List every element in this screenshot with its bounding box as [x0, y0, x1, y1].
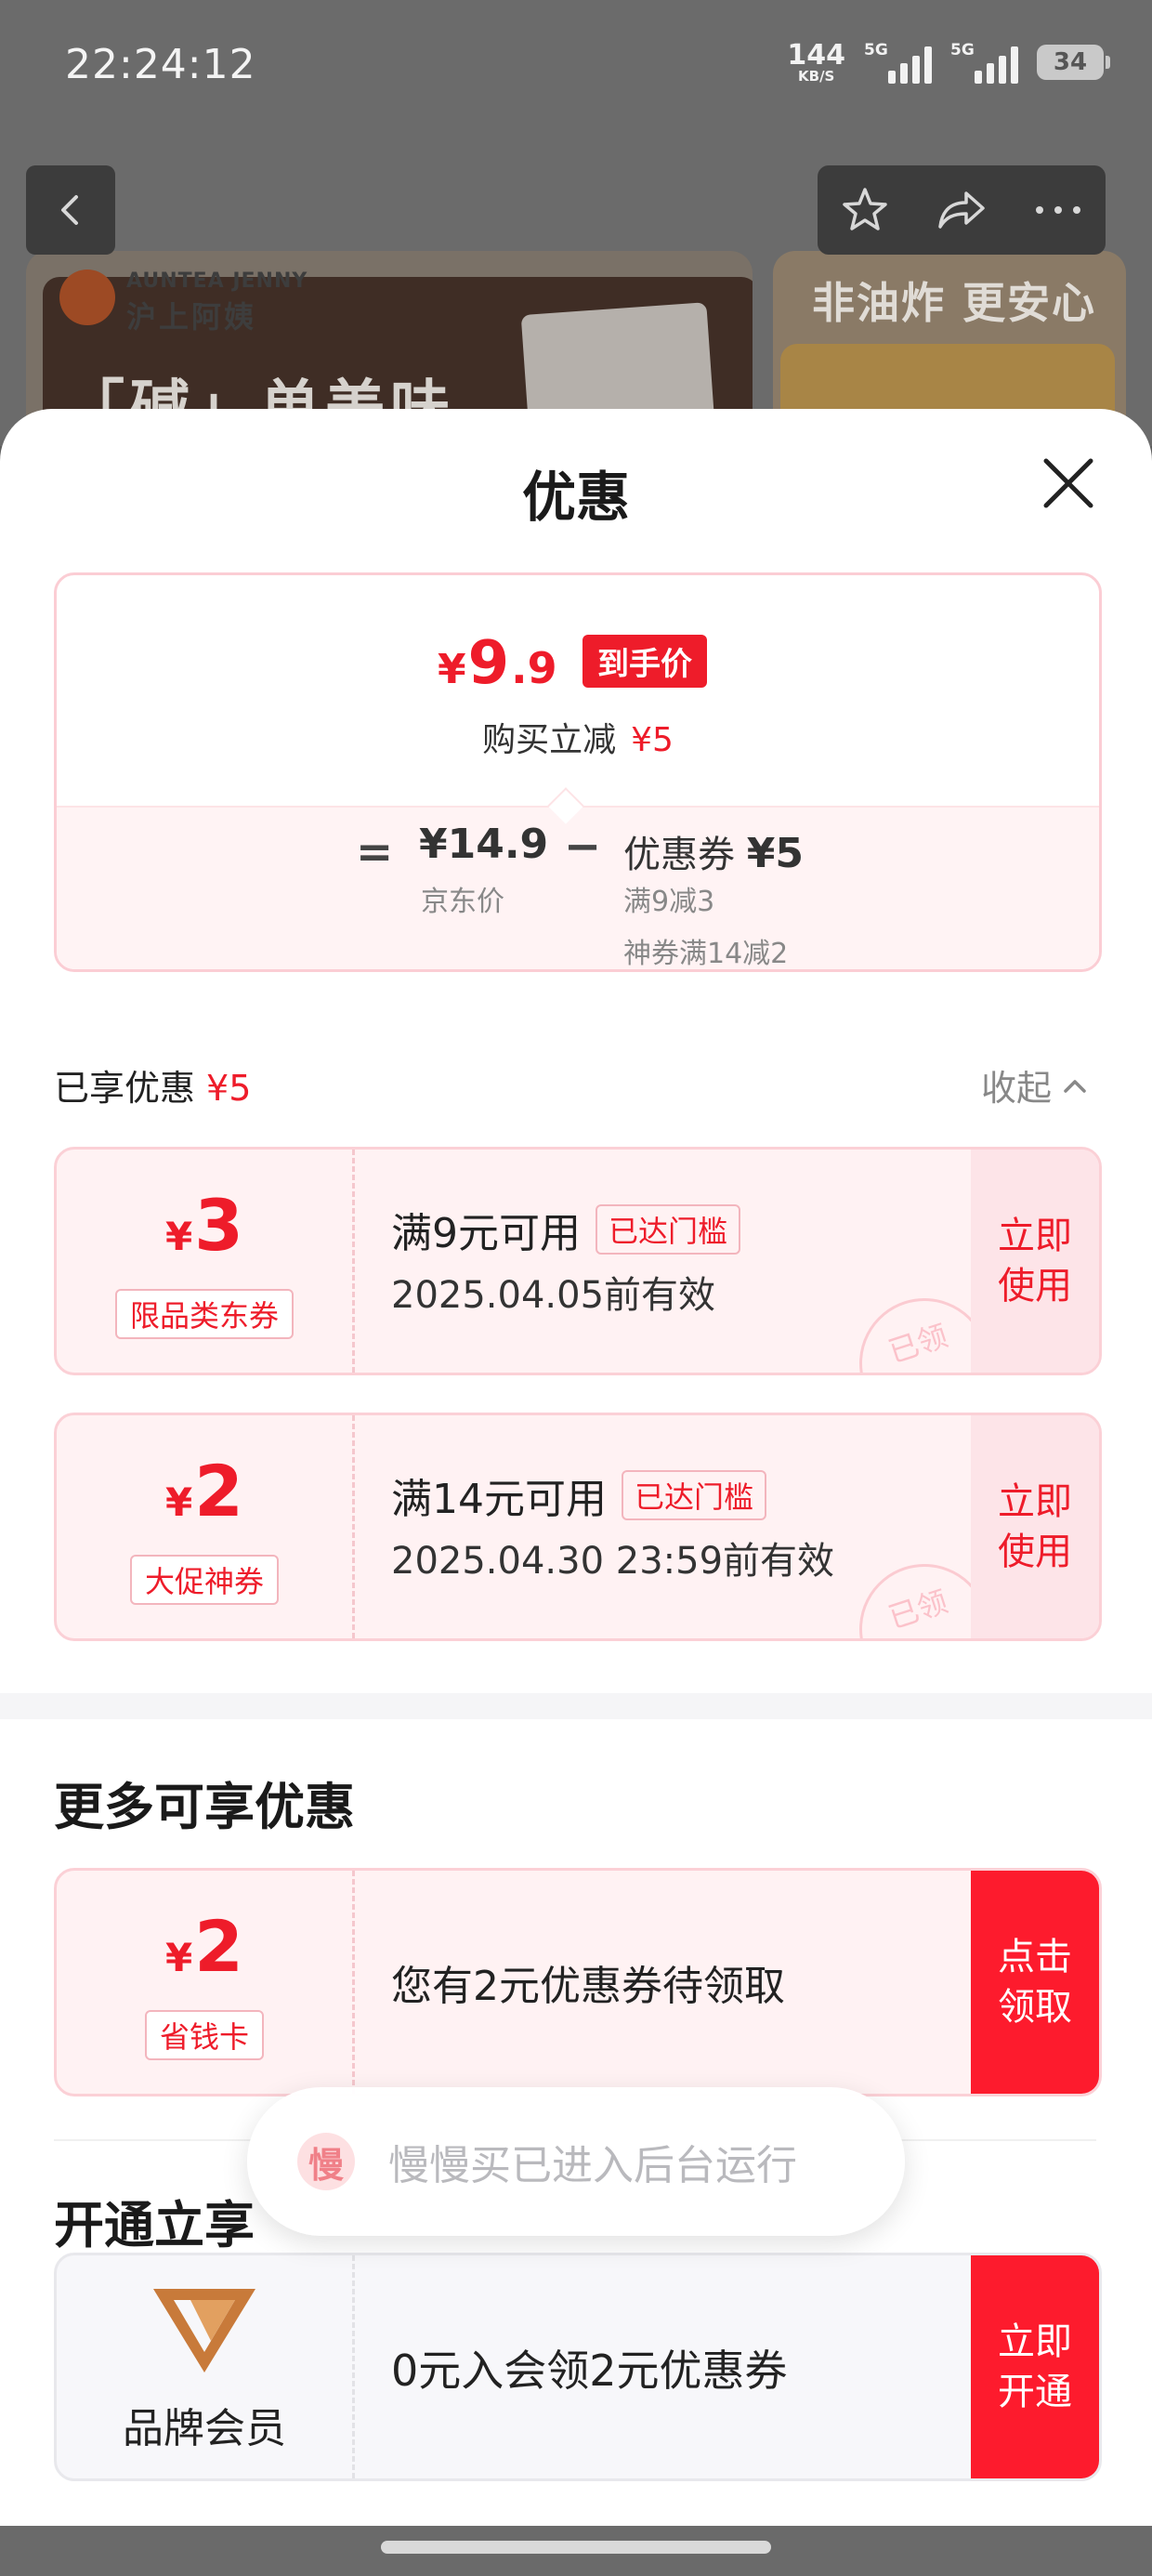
collapse-button[interactable]: 收起: [981, 1059, 1089, 1111]
coupon-amount: ¥2: [164, 1905, 244, 1988]
sheet-title: 优惠: [521, 466, 630, 529]
star-icon: [843, 188, 888, 230]
collapse-label: 收起: [981, 1068, 1053, 1109]
coupon-condition: 满14元可用 已达门槛: [391, 1465, 767, 1525]
nav-actions: [818, 165, 1106, 255]
formula-equals: =: [356, 826, 394, 878]
coupon-validity: 2025.04.05前有效: [391, 1274, 716, 1317]
coupon-rule: 满9减3: [623, 886, 715, 918]
section-separator: [0, 1693, 1152, 1719]
coupon-type: 限品类东券: [114, 1289, 294, 1339]
more-button[interactable]: [1032, 201, 1084, 219]
battery-icon: 34: [1037, 45, 1110, 80]
signal-label: 5G: [864, 41, 888, 59]
coupon-card: ¥3 限品类东券 满9元可用 已达门槛 2025.04.05前有效 已领 立即使…: [54, 1147, 1102, 1375]
favorite-button[interactable]: [839, 184, 891, 236]
jd-price: ¥14.9: [419, 821, 549, 868]
app-icon: 慢: [297, 2133, 355, 2190]
membership-section-title: 开通立享: [54, 2196, 255, 2254]
coupon-amount: ¥2: [164, 1450, 244, 1532]
signal-icon: 5G: [864, 41, 932, 84]
background-run-toast: 慢 慢慢买已进入后台运行: [247, 2087, 905, 2236]
threshold-badge: 已达门槛: [596, 1204, 741, 1255]
chevron-up-icon: [1064, 1079, 1086, 1093]
jd-price-label: 京东价: [421, 886, 504, 918]
coupon-description: 您有2元优惠券待领取: [391, 1963, 785, 2010]
network-speed-value: 144: [787, 38, 845, 72]
instant-discount: 购买立减 ¥5: [482, 721, 674, 759]
back-icon: [61, 195, 78, 225]
brand-name-cn: 沪上阿姨: [126, 299, 257, 335]
home-indicator[interactable]: [381, 2541, 771, 2554]
back-button[interactable]: [26, 165, 115, 255]
claim-coupon-button[interactable]: 点击 领取: [971, 1871, 1099, 2094]
status-icons: 144 KB/S 5G 5G 34: [787, 38, 1110, 85]
coupon-validity: 2025.04.30 23:59前有效: [391, 1540, 835, 1583]
membership-card: 品牌会员 0元入会领2元优惠券 立即 开通: [54, 2253, 1102, 2481]
signal-icon: 5G: [950, 41, 1018, 84]
final-price-tag: 到手价: [583, 635, 707, 688]
join-membership-button[interactable]: 立即 开通: [971, 2255, 1099, 2478]
enjoyed-discount-label: 已享优惠 ¥5: [54, 1068, 252, 1109]
brand-name-en: AUNTEA JENNY: [126, 269, 308, 293]
coupon-rule: 神券满14减2: [623, 938, 789, 970]
network-speed-unit: KB/S: [798, 67, 835, 85]
share-icon: [938, 191, 985, 229]
threshold-badge: 已达门槛: [622, 1470, 767, 1520]
promo-right-text: 非油炸 更安心: [812, 278, 1097, 328]
status-bar: 22:24:12 144 KB/S 5G 5G 34: [0, 0, 1152, 139]
membership-name: 品牌会员: [123, 2405, 286, 2452]
brand-member-logo: [153, 2289, 255, 2372]
use-coupon-button[interactable]: 立即 使用: [971, 1415, 1099, 1638]
close-button[interactable]: [1041, 455, 1096, 511]
coupon-type: 大促神券: [129, 1555, 279, 1605]
coupon-amount: ¥3: [164, 1184, 244, 1267]
coupon-card: ¥2 大促神券 满14元可用 已达门槛 2025.04.30 23:59前有效 …: [54, 1413, 1102, 1641]
membership-description: 0元入会领2元优惠券: [391, 2346, 788, 2396]
discount-sheet: 优惠 ¥ 9 .9 到手价 购买立减 ¥5 = ¥14.9 京东价 − 优惠券 ¥…: [0, 409, 1152, 2576]
brand-logo: [59, 269, 115, 325]
coupon-condition: 满9元可用 已达门槛: [391, 1200, 741, 1259]
coupon-type: 省钱卡: [144, 2010, 264, 2060]
saving-card-coupon: ¥2 省钱卡 您有2元优惠券待领取 点击 领取: [54, 1868, 1102, 2096]
share-button[interactable]: [935, 184, 988, 236]
toast-text: 慢慢买已进入后台运行: [388, 2142, 797, 2189]
network-speed: 144 KB/S: [787, 38, 845, 85]
more-icon: [1035, 206, 1080, 214]
price-summary-card: ¥ 9 .9 到手价 购买立减 ¥5 = ¥14.9 京东价 − 优惠券 ¥5 满…: [54, 572, 1102, 972]
coupon-total: 优惠券 ¥5: [623, 830, 804, 877]
more-discounts-title: 更多可享优惠: [54, 1778, 355, 1836]
final-price: ¥ 9 .9: [438, 629, 557, 698]
close-icon: [1043, 458, 1093, 508]
formula-minus: −: [564, 821, 602, 873]
use-coupon-button[interactable]: 立即 使用: [971, 1150, 1099, 1373]
signal-label: 5G: [950, 41, 975, 59]
status-time: 22:24:12: [65, 41, 256, 88]
